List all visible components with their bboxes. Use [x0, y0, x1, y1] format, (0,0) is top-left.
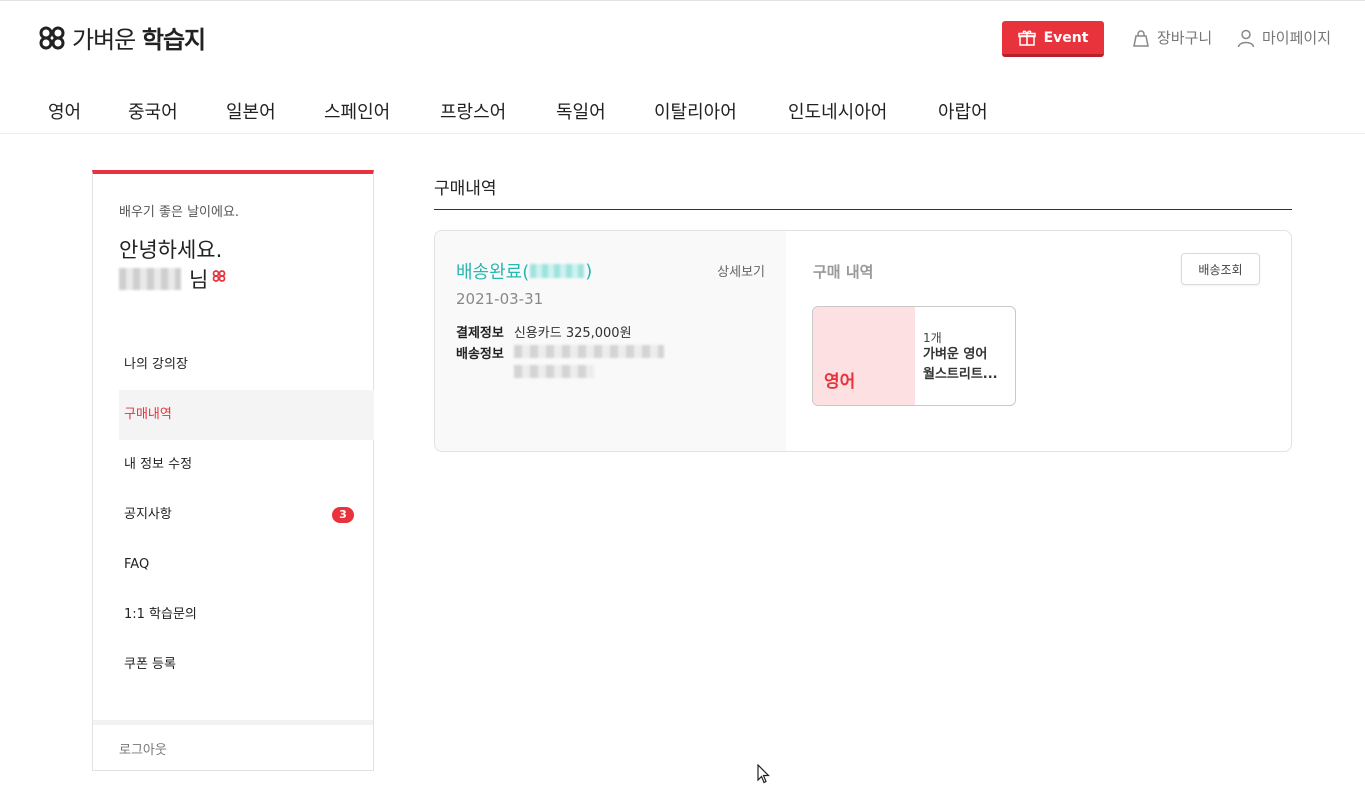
site-logo[interactable]: 가벼운 학습지	[38, 20, 206, 55]
sidebar-item-edit-profile[interactable]: 내 정보 수정	[119, 440, 374, 490]
shipment-tracking-button[interactable]: 배송조회	[1181, 253, 1260, 285]
status-text-end: )	[585, 260, 593, 282]
cart-label: 장바구니	[1157, 29, 1213, 47]
shipping-address-redacted	[513, 345, 664, 378]
order-number-redacted	[530, 264, 585, 278]
shipping-info: 배송정보	[456, 343, 664, 378]
mouse-cursor-icon	[757, 764, 770, 784]
user-icon	[1237, 29, 1255, 47]
product-name-line2: 월스트리트...	[923, 367, 998, 382]
event-label: Event	[1043, 29, 1089, 46]
nav-item-italian[interactable]: 이탈리아어	[654, 98, 737, 124]
payment-label: 결제정보	[456, 326, 504, 341]
page-title: 구매내역	[434, 179, 497, 199]
order-status: 배송완료()	[456, 258, 592, 284]
logout-link[interactable]: 로그아웃	[119, 739, 167, 758]
mypage-sidebar: 배우기 좋은 날이에요. 안녕하세요. 님 나의 강의장 구매내역 내 정보 수…	[92, 170, 374, 771]
payment-value: 신용카드 325,000원	[513, 326, 632, 341]
user-name-redacted	[119, 268, 181, 290]
cart-link[interactable]: 장바구니	[1131, 27, 1212, 48]
nav-item-indonesian[interactable]: 인도네시아어	[788, 98, 887, 124]
address-line-1	[513, 345, 664, 358]
product-item[interactable]: 영어 1개 가벼운 영어 월스트리트...	[812, 306, 1016, 406]
nav-item-spanish[interactable]: 스페인어	[324, 98, 390, 124]
event-button[interactable]: Event	[1002, 21, 1104, 57]
greeting-title: 안녕하세요.	[119, 238, 223, 262]
order-date: 2021-03-31	[456, 290, 544, 308]
sidebar-item-label: 공지사항	[124, 507, 172, 522]
nav-item-german[interactable]: 독일어	[556, 98, 606, 124]
logo-icon	[39, 26, 65, 49]
title-divider	[434, 209, 1292, 210]
product-quantity: 1개	[923, 331, 942, 345]
sidebar-item-inquiry[interactable]: 1:1 학습문의	[119, 590, 374, 640]
sidebar-item-label: 구매내역	[124, 407, 172, 422]
sidebar-item-label: 나의 강의장	[124, 357, 188, 372]
shipping-label: 배송정보	[456, 347, 504, 362]
shopping-bag-icon	[1133, 29, 1149, 47]
top-border	[0, 0, 1365, 1]
nav-item-chinese[interactable]: 중국어	[128, 98, 178, 124]
sidebar-item-my-classroom[interactable]: 나의 강의장	[119, 340, 374, 390]
notice-count-badge: 3	[332, 507, 354, 523]
sidebar-item-faq[interactable]: FAQ	[119, 540, 374, 590]
sidebar-item-coupon[interactable]: 쿠폰 등록	[119, 640, 374, 690]
payment-info: 결제정보 신용카드 325,000원	[456, 322, 632, 341]
language-nav: 영어 중국어 일본어 스페인어 프랑스어 독일어 이탈리아어 인도네시아어 아랍…	[0, 82, 1365, 134]
nav-item-japanese[interactable]: 일본어	[226, 98, 276, 124]
logout-section: 로그아웃	[93, 720, 373, 770]
sidebar-menu: 나의 강의장 구매내역 내 정보 수정 공지사항 3 FAQ 1:1 학습문의 쿠…	[119, 340, 374, 690]
nav-item-french[interactable]: 프랑스어	[440, 98, 506, 124]
sidebar-item-notices[interactable]: 공지사항 3	[119, 490, 374, 540]
sidebar-item-label: 내 정보 수정	[124, 457, 193, 472]
gift-icon	[1017, 30, 1036, 46]
sidebar-item-label: FAQ	[124, 557, 150, 572]
sidebar-item-purchase-history[interactable]: 구매내역	[119, 390, 374, 440]
history-title: 구매 내역	[813, 263, 874, 281]
logo-text: 가벼운 학습지	[72, 26, 206, 54]
honorific: 님	[189, 268, 209, 292]
product-name: 가벼운 영어 월스트리트...	[923, 345, 1011, 385]
mypage-label: 마이페이지	[1262, 29, 1332, 47]
sidebar-item-label: 1:1 학습문의	[124, 607, 197, 622]
nav-item-arabic[interactable]: 아랍어	[938, 98, 988, 124]
product-thumbnail: 영어	[813, 307, 915, 405]
product-thumb-label: 영어	[824, 372, 856, 392]
sidebar-item-label: 쿠폰 등록	[124, 657, 176, 672]
brand-mark-icon	[212, 270, 226, 282]
address-line-2	[513, 365, 594, 378]
status-text: 배송완료(	[456, 262, 530, 283]
order-summary: 배송완료() 상세보기 2021-03-31 결제정보 신용카드 325,000…	[435, 231, 786, 451]
greeting-subtitle: 배우기 좋은 날이에요.	[119, 205, 240, 220]
product-name-line1: 가벼운 영어	[923, 347, 988, 362]
detail-view-link[interactable]: 상세보기	[717, 261, 765, 280]
nav-item-english[interactable]: 영어	[48, 98, 81, 124]
order-card: 배송완료() 상세보기 2021-03-31 결제정보 신용카드 325,000…	[434, 230, 1292, 452]
mypage-link[interactable]: 마이페이지	[1236, 27, 1331, 48]
user-name-line: 님	[119, 264, 226, 294]
